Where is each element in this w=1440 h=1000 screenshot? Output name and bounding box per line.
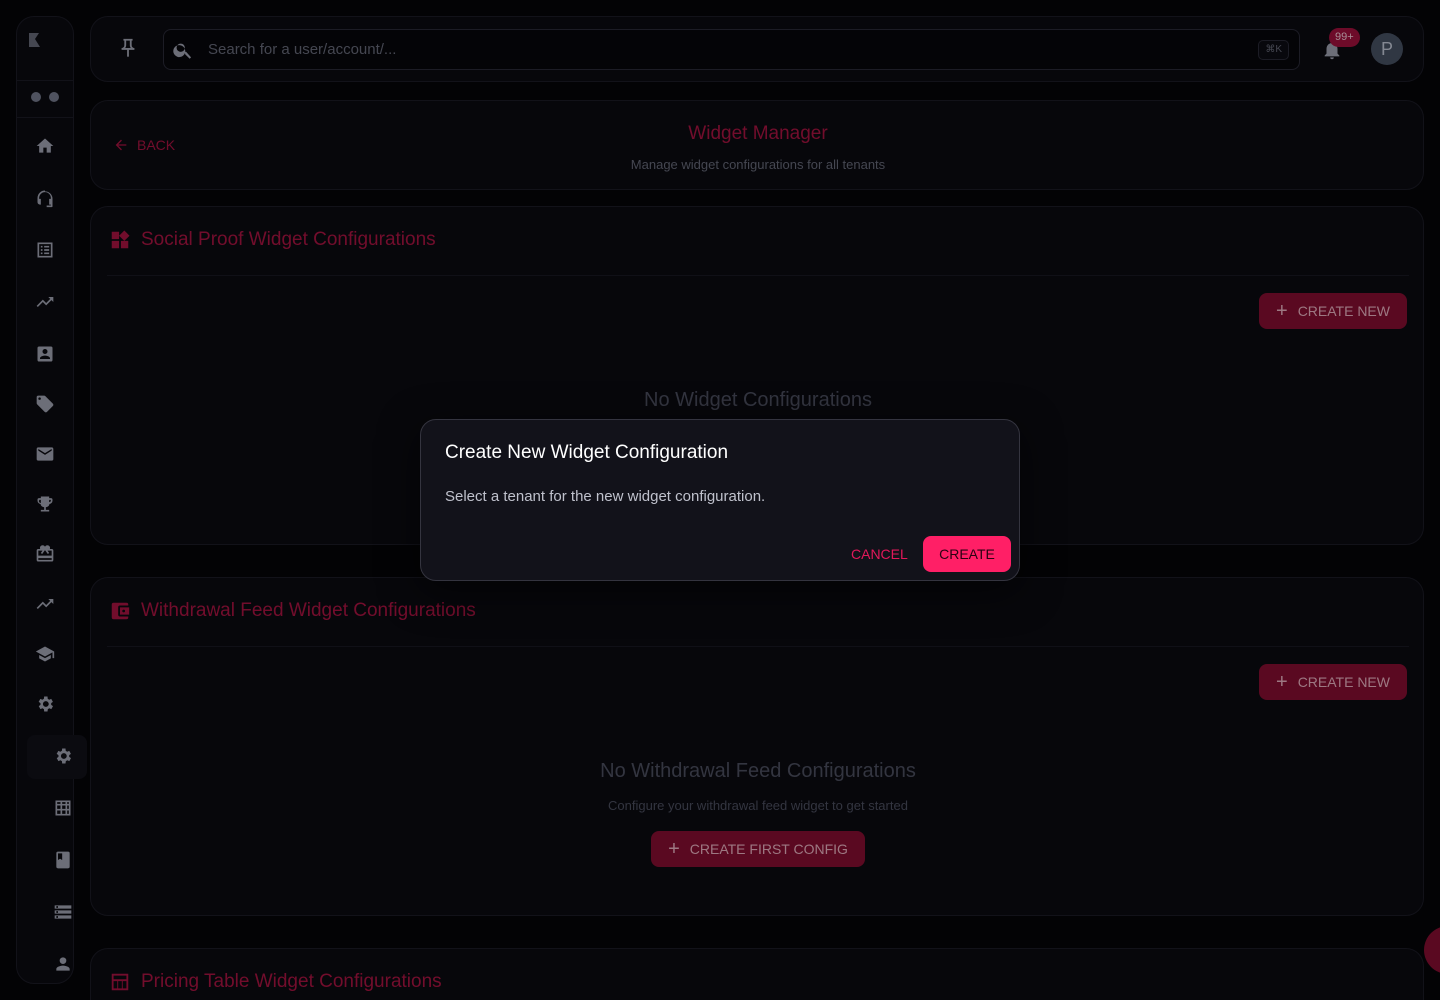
dialog-text: Select a tenant for the new widget confi…	[445, 488, 766, 505]
app: ⌘K 99+ P BACK Widget Manager Manage widg…	[0, 0, 1440, 1000]
dialog-title: Create New Widget Configuration	[445, 442, 729, 463]
cancel-button[interactable]: CANCEL	[851, 546, 908, 562]
create-button[interactable]: CREATE	[923, 536, 1011, 572]
create-widget-dialog: Create New Widget Configuration Select a…	[420, 419, 1020, 581]
